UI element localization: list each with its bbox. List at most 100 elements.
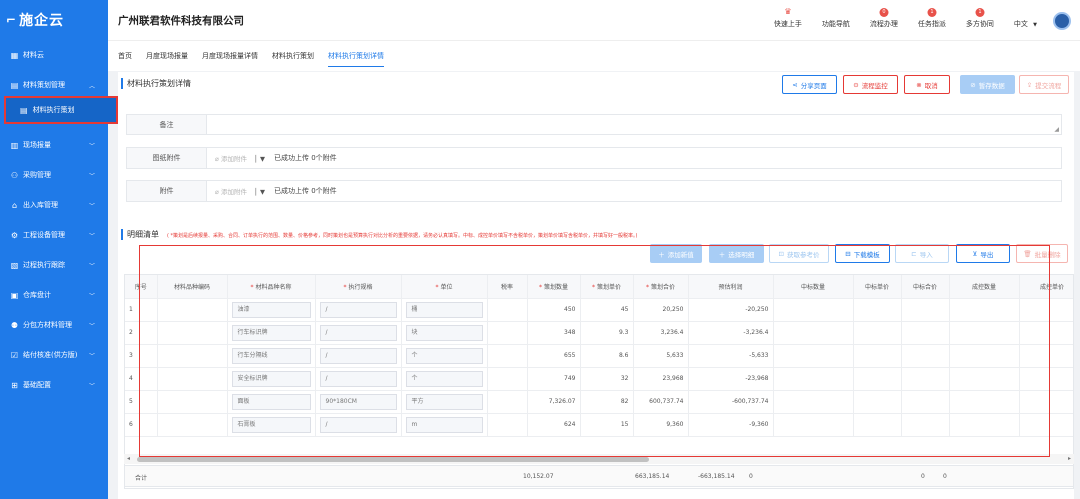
get-reference-price-button[interactable]: ⊡ 获取参考价 — [769, 244, 829, 263]
sidebar-item-4[interactable]: ⌂ 出入库管理 ﹀ — [0, 190, 108, 220]
cell-input-unit[interactable]: 平方 — [405, 393, 483, 410]
batch-delete-button[interactable]: 🗑 批量删除 — [1016, 244, 1068, 263]
scroll-left-icon[interactable]: ◂ — [127, 455, 130, 462]
cell-value[interactable]: 32 — [621, 375, 629, 382]
save-draft-button[interactable]: ⊘ 暂存数据 — [960, 75, 1015, 94]
cell-empty[interactable] — [1019, 298, 1073, 322]
cell-input-name[interactable]: 面板 — [231, 393, 311, 410]
cell-value[interactable]: 15 — [621, 421, 629, 428]
cell-input-unit[interactable]: m — [405, 416, 483, 433]
cell-empty[interactable] — [853, 321, 902, 345]
process-button[interactable]: 0 流程办理 — [860, 7, 908, 29]
process-monitor-button[interactable]: ⊙ 流程监控 — [843, 75, 898, 94]
quick-start-button[interactable]: ♛ 快速上手 — [764, 7, 812, 29]
cell-input-name[interactable]: 石膏板 — [231, 416, 311, 433]
collab-button[interactable]: 1 多方协同 — [956, 7, 1004, 29]
cell-empty[interactable] — [949, 413, 1020, 437]
cell-empty[interactable] — [773, 298, 854, 322]
app-logo[interactable]: ⌐ 施企云 — [0, 0, 108, 40]
scroll-right-icon[interactable]: ▸ — [1068, 455, 1071, 462]
cell-empty[interactable] — [773, 390, 854, 414]
share-page-button[interactable]: ⋖ 分享页面 — [782, 75, 837, 94]
cell-input-spec[interactable]: / — [319, 347, 397, 364]
cell-value[interactable]: 8.6 — [619, 352, 629, 359]
cell-empty[interactable] — [949, 298, 1020, 322]
cell-empty[interactable] — [853, 298, 902, 322]
cell-empty[interactable] — [901, 321, 950, 345]
cell-empty[interactable] — [773, 321, 854, 345]
cell-value[interactable]: 9.3 — [619, 329, 629, 336]
cell-empty[interactable] — [773, 367, 854, 391]
cell-input-unit[interactable]: 桶 — [405, 301, 483, 318]
tab-0[interactable]: 首页 — [118, 41, 132, 71]
tab-4[interactable]: 材料执行策划详情 — [328, 41, 384, 71]
cell-value[interactable]: 450 — [564, 306, 575, 313]
cell-value[interactable]: 348 — [564, 329, 575, 336]
feature-nav-button[interactable]: 功能导航 — [812, 19, 860, 29]
cell-empty[interactable] — [901, 367, 950, 391]
cell-empty[interactable] — [1019, 321, 1073, 345]
sidebar-item-5[interactable]: ⚙ 工程设备管理 ﹀ — [0, 220, 108, 250]
tab-3[interactable]: 材料执行策划 — [272, 41, 314, 71]
horizontal-scrollbar[interactable]: ◂ ▸ — [124, 454, 1074, 464]
cell-input-name[interactable]: 油漆 — [231, 301, 311, 318]
cell-empty[interactable] — [853, 413, 902, 437]
cell-empty[interactable] — [1019, 390, 1073, 414]
cell-value[interactable]: 749 — [564, 375, 575, 382]
submit-process-button[interactable]: ⇪ 提交流程 — [1019, 75, 1069, 94]
cell-input-spec[interactable]: / — [319, 324, 397, 341]
cell-empty[interactable] — [949, 321, 1020, 345]
cancel-button[interactable]: ⊗ 取消 — [904, 75, 950, 94]
cell-input-spec[interactable]: / — [319, 301, 397, 318]
import-button[interactable]: ⊏ 导入 — [895, 244, 949, 263]
tasks-button[interactable]: 1 任务指派 — [908, 7, 956, 29]
cell-empty[interactable] — [853, 390, 902, 414]
language-select[interactable]: 中文 ▼ — [1004, 19, 1047, 29]
add-new-button[interactable]: ＋添加新值 — [650, 244, 702, 263]
tab-2[interactable]: 月度现场报量详情 — [202, 41, 258, 71]
cell-value[interactable]: 624 — [564, 421, 575, 428]
cell-empty[interactable] — [1019, 367, 1073, 391]
sidebar-item-2[interactable]: ▥ 现场报量 ﹀ — [0, 130, 108, 160]
cell-empty[interactable] — [949, 367, 1020, 391]
sidebar-item-9[interactable]: ☑ 结付核准(供方版) ﹀ — [0, 340, 108, 370]
avatar[interactable] — [1053, 11, 1071, 30]
export-button[interactable]: ⊻ 导出 — [956, 244, 1010, 263]
sidebar-subitem-material-execution-plan[interactable]: ▤ 材料执行策划 — [4, 96, 118, 124]
cell-input-name[interactable]: 安全标识牌 — [231, 370, 311, 387]
cell-value[interactable]: 45 — [621, 306, 629, 313]
sidebar-item-7[interactable]: ▣ 仓库盘计 ﹀ — [0, 280, 108, 310]
cell-empty[interactable] — [773, 344, 854, 368]
cell-input-spec[interactable]: 90*180CM — [319, 393, 397, 410]
sidebar-item-0[interactable]: ▦ 材料云 — [0, 40, 108, 70]
tab-1[interactable]: 月度现场报量 — [146, 41, 188, 71]
cell-empty[interactable] — [901, 344, 950, 368]
cell-empty[interactable] — [1019, 344, 1073, 368]
cell-empty[interactable] — [1019, 413, 1073, 437]
cell-value[interactable]: 7,326.07 — [549, 398, 576, 405]
cell-input-unit[interactable]: 个 — [405, 370, 483, 387]
cell-value[interactable]: 82 — [621, 398, 629, 405]
cell-input-spec[interactable]: / — [319, 370, 397, 387]
cell-empty[interactable] — [901, 298, 950, 322]
add-attachment-button[interactable]: ⌀ 添加附件 │ ▼ — [215, 186, 270, 196]
cell-empty[interactable] — [853, 344, 902, 368]
sidebar-item-10[interactable]: ⊞ 基础配置 ﹀ — [0, 370, 108, 400]
cell-input-unit[interactable]: 个 — [405, 347, 483, 364]
cell-input-spec[interactable]: / — [319, 416, 397, 433]
cell-input-name[interactable]: 行车标识牌 — [231, 324, 311, 341]
scrollbar-thumb[interactable] — [137, 457, 649, 462]
choose-detail-button[interactable]: ＋选择明细 — [709, 244, 764, 263]
sidebar-item-3[interactable]: ⚇ 采购管理 ﹀ — [0, 160, 108, 190]
sidebar-item-8[interactable]: ⚉ 分包方材料管理 ﹀ — [0, 310, 108, 340]
cell-value[interactable]: 655 — [564, 352, 575, 359]
cell-empty[interactable] — [853, 367, 902, 391]
cell-empty[interactable] — [773, 413, 854, 437]
download-template-button[interactable]: ⊟ 下载模板 — [835, 244, 890, 263]
cell-input-unit[interactable]: 块 — [405, 324, 483, 341]
cell-empty[interactable] — [949, 390, 1020, 414]
sidebar-item-6[interactable]: ▧ 过程执行跟踪 ﹀ — [0, 250, 108, 280]
cell-empty[interactable] — [901, 413, 950, 437]
cell-empty[interactable] — [901, 390, 950, 414]
cell-empty[interactable] — [949, 344, 1020, 368]
